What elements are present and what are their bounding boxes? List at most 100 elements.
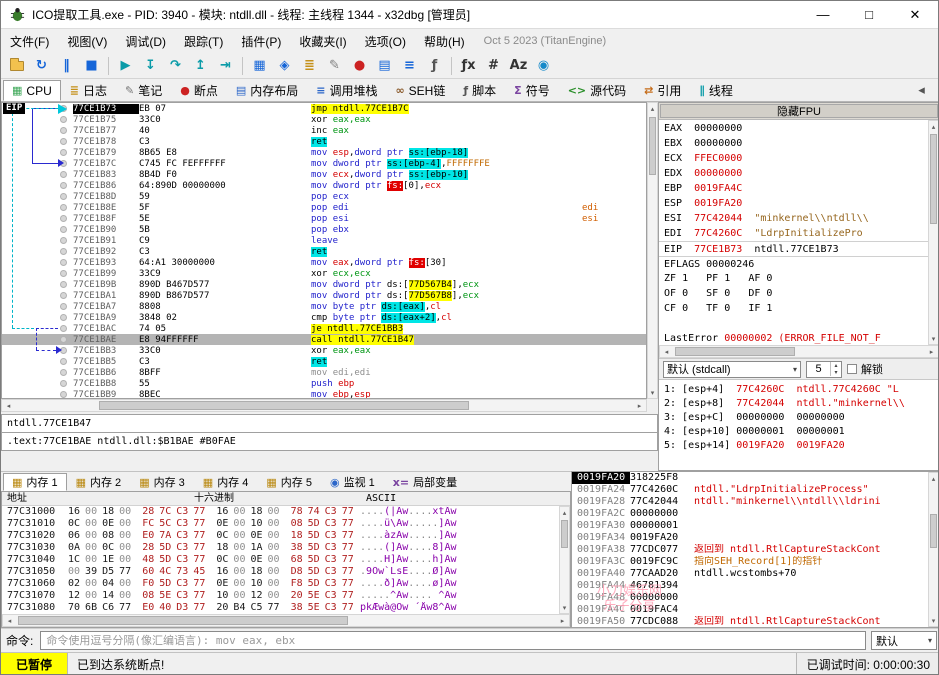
tab-references[interactable]: ⇄ 引用	[635, 80, 690, 101]
title-bar[interactable]: ICO提取工具.exe - PID: 3940 - 模块: ntdll.dll …	[1, 1, 938, 29]
scrollbar-thumb[interactable]	[930, 514, 937, 548]
breakpoint-dot[interactable]	[60, 380, 67, 387]
dump-row[interactable]: 77C31080 70 6B C6 77 E0 40 D3 77 20 B4 C5 77 38 5E C3 77…	[2, 602, 570, 614]
breakpoint-dot[interactable]	[60, 248, 67, 255]
step-out-button[interactable]: ↥	[188, 55, 213, 77]
run-to-cursor-button[interactable]: ⇥	[213, 55, 238, 77]
scroll-down-icon[interactable]: ▾	[929, 333, 938, 344]
dump-row[interactable]: 77C31010 0C 00 0E 00 FC 5C C3 77 0E 00 10 00 08 5D C3 77…	[2, 518, 570, 530]
breakpoint-dot[interactable]	[60, 391, 67, 398]
disasm-row[interactable]: 77CE1B92 C3 ret	[2, 246, 646, 257]
disasm-row[interactable]: 77CE1BB9 8BEC mov ebp,esp	[2, 389, 646, 398]
disasm-row[interactable]: 77CE1B8F 5E pop esi esi	[2, 213, 646, 224]
tab-memory-map[interactable]: ▤ 内存布局	[227, 80, 307, 101]
windows-button[interactable]: ▦	[247, 55, 272, 77]
breakpoint-dot[interactable]	[60, 347, 67, 354]
scroll-down-icon[interactable]: ▾	[648, 387, 657, 398]
menu-item[interactable]: 视图(V)	[58, 29, 116, 54]
restart-button[interactable]: ↻	[29, 55, 54, 77]
scrollbar-thumb[interactable]	[675, 347, 795, 356]
register-row[interactable]: LastError 00000002 (ERROR_FILE_NOT_F	[659, 331, 928, 345]
disasm-row[interactable]: 77CE1B8E 5F pop edi edi	[2, 202, 646, 213]
breakpoint-dot[interactable]	[60, 138, 67, 145]
run-button[interactable]: ▶	[113, 55, 138, 77]
registers-hscrollbar[interactable]: ◂ ▸	[659, 345, 938, 358]
bottom-tab-5[interactable]: ◉ 监视 1	[321, 473, 384, 491]
scroll-left-icon[interactable]: ◂	[2, 400, 15, 411]
call-stack-button[interactable]: ≡	[397, 55, 422, 77]
registers-vscrollbar[interactable]: ▴ ▾	[928, 120, 938, 345]
breakpoints-button[interactable]: ●	[347, 55, 372, 77]
breakpoint-dot[interactable]	[60, 226, 67, 233]
register-row[interactable]: EIP 77CE1B73 ntdll.77CE1B73	[659, 241, 928, 256]
disasm-row[interactable]: 77CE1B93 64:A1 30000000 mov eax,dword ptr …	[2, 257, 646, 268]
scrollbar-thumb[interactable]	[649, 117, 656, 175]
argument-row[interactable]: 4: [esp+10] 00000001 00000001	[664, 425, 938, 439]
register-row[interactable]: EDX 00000000	[659, 166, 928, 181]
tab-symbols[interactable]: Σ 符号	[505, 80, 559, 101]
dump-vscrollbar[interactable]: ▴ ▾	[559, 506, 570, 614]
bottom-tab-0[interactable]: ▦ 内存 1	[3, 473, 67, 491]
disasm-row[interactable]: 77CE1BA9 3848 02 cmp byte ptr ds:[eax+2],c…	[2, 312, 646, 323]
checkbox-icon[interactable]	[847, 364, 857, 374]
bottom-tab-6[interactable]: x= 局部变量	[384, 473, 466, 491]
stepper-up-icon[interactable]: ▴	[834, 362, 837, 369]
argument-row[interactable]: 5: [esp+14] 0019FA20 0019FA20	[664, 439, 938, 453]
tab-source[interactable]: <> 源代码	[559, 80, 635, 101]
dump-row[interactable]: 77C31040 1C 00 1E 00 48 5D C3 77 0C 00 0E 00 68 5D C3 77…	[2, 554, 570, 566]
register-row[interactable]: ECX FFEC0000	[659, 151, 928, 166]
disasm-row[interactable]: 77CE1B99 33C9 xor ecx,ecx	[2, 268, 646, 279]
tab-seh[interactable]: ∞ SEH链	[387, 80, 455, 101]
scroll-left-icon[interactable]: ◂	[3, 615, 16, 626]
breakpoint-dot[interactable]	[60, 314, 67, 321]
scroll-left-icon[interactable]: ◂	[660, 346, 673, 357]
stepper-down-icon[interactable]: ▾	[834, 369, 837, 376]
menu-item[interactable]: 文件(F)	[1, 29, 58, 54]
disasm-row[interactable]: 77CE1BB3 33C0 xor eax,eax	[2, 345, 646, 356]
dump-row[interactable]: 77C31020 06 00 08 00 E0 7A C3 77 0C 00 0E 00 18 5D C3 77…	[2, 530, 570, 542]
minimize-button[interactable]: —	[800, 1, 846, 28]
stop-button[interactable]: ■	[79, 55, 104, 77]
step-over-button[interactable]: ↷	[163, 55, 188, 77]
pause-button[interactable]: ‖	[54, 55, 79, 77]
breakpoint-dot[interactable]	[60, 270, 67, 277]
stack-row[interactable]: 0019FA34 0019FA20	[572, 532, 938, 544]
register-row[interactable]: EDI 77C4260C "LdrpInitializePro	[659, 226, 928, 241]
scroll-up-icon[interactable]: ▴	[560, 507, 569, 518]
disasm-row[interactable]: 77CE1B83 8B4D F0 mov ecx,dword ptr ss:[ebp…	[2, 169, 646, 180]
scroll-up-icon[interactable]: ▴	[929, 121, 938, 132]
stack-row[interactable]: 0019FA20 318225F8	[572, 472, 938, 484]
stack-row[interactable]: 0019FA40 77CAAD20 ntdll.wcstombs+70	[572, 568, 938, 580]
disasm-row[interactable]: 77CE1BA1 890D B867D577 mov dword ptr ds:[7…	[2, 290, 646, 301]
close-button[interactable]: ✕	[892, 1, 938, 28]
breakpoint-dot[interactable]	[60, 259, 67, 266]
breakpoint-dot[interactable]	[60, 193, 67, 200]
step-into-button[interactable]: ↧	[138, 55, 163, 77]
register-row[interactable]: EBX 00000000	[659, 136, 928, 151]
breakpoint-dot[interactable]	[60, 369, 67, 376]
bottom-tab-1[interactable]: ▦ 内存 2	[67, 473, 131, 491]
argument-row[interactable]: 1: [esp+4] 77C4260C ntdll.77C4260C "L	[664, 383, 938, 397]
stack-row[interactable]: 0019FA30 00000001	[572, 520, 938, 532]
scrollbar-thumb[interactable]	[930, 134, 937, 224]
scroll-up-icon[interactable]: ▴	[929, 473, 938, 484]
register-row[interactable]: EFLAGS 00000246	[659, 256, 928, 271]
register-row[interactable]: ZF 1 PF 1 AF 0	[659, 271, 928, 286]
stack-vscrollbar[interactable]: ▴ ▾	[928, 472, 938, 627]
disasm-row[interactable]: 77CE1BAC 74 05 je ntdll.77CE1BB3	[2, 323, 646, 334]
register-row[interactable]: CF 0 TF 0 IF 1	[659, 301, 928, 316]
argument-row[interactable]: 2: [esp+8] 77C42044 ntdll."minkernel\\	[664, 397, 938, 411]
stack-row[interactable]: 0019FA50 77CDC088 返回到 ntdll.RtlCaptureStac…	[572, 616, 938, 627]
stack-row[interactable]: 0019FA3C 0019FC9C 指向SEH_Record[1]的指针	[572, 556, 938, 568]
bottom-tab-3[interactable]: ▦ 内存 4	[194, 473, 258, 491]
breakpoint-dot[interactable]	[60, 171, 67, 178]
disasm-row[interactable]: 77CE1BAE E8 94FFFFFF call ntdll.77CE1B47	[2, 334, 646, 345]
scrollbar-thumb[interactable]	[99, 401, 469, 410]
tab-notes[interactable]: ✎ 笔记	[116, 80, 171, 101]
patches-button[interactable]: ◉	[531, 55, 556, 77]
tab-log[interactable]: ≣ 日志	[61, 80, 116, 101]
menu-item[interactable]: 帮助(H)	[415, 29, 474, 54]
breakpoint-dot[interactable]	[60, 182, 67, 189]
scrollbar-thumb[interactable]	[561, 520, 568, 548]
menu-item[interactable]: 调试(D)	[116, 29, 175, 54]
